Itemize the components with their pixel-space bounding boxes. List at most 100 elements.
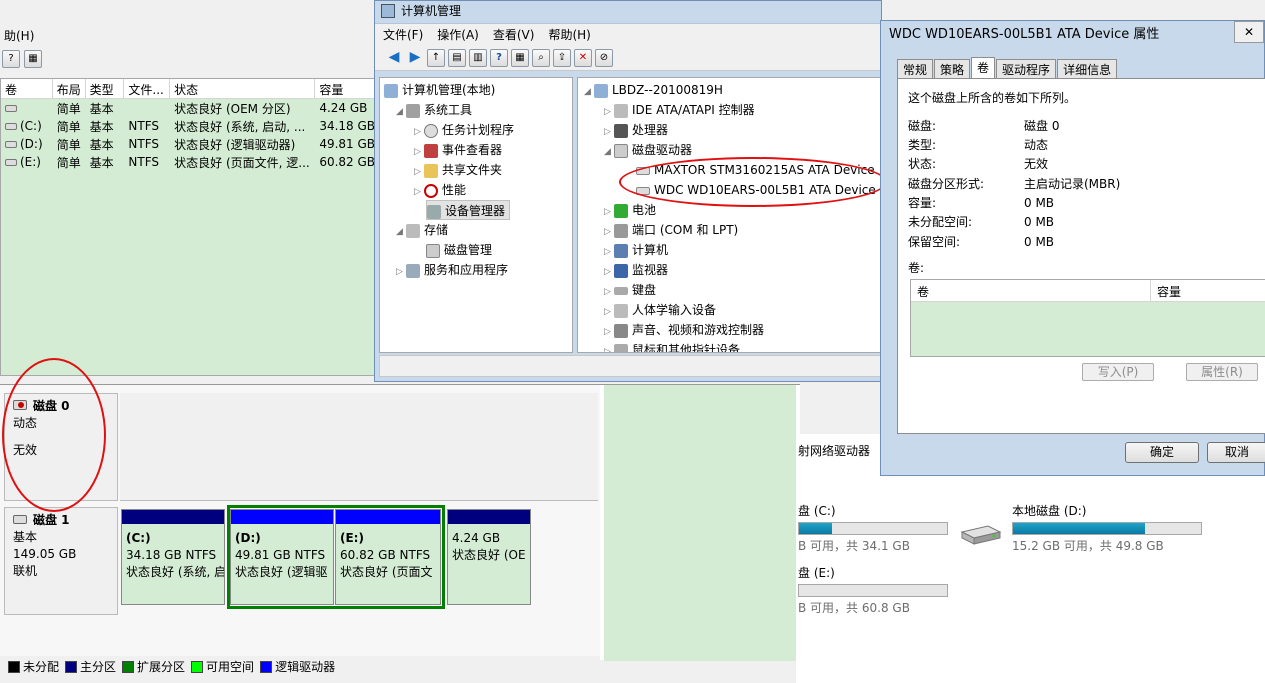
col-status[interactable]: 状态 <box>170 79 316 98</box>
help-icon[interactable]: ? <box>2 50 20 68</box>
tree-computer-root[interactable]: ◢ LBDZ--20100819H <box>584 80 723 100</box>
expand-arrow-icon[interactable]: ▷ <box>604 282 614 302</box>
computer-icon <box>594 83 608 98</box>
tab-general[interactable]: 常规 <box>897 59 934 79</box>
pd-volumes-panel: 这个磁盘上所含的卷如下所列。 磁盘: 磁盘 0 类型: 动态 状态: 无效 磁盘分区形… <box>897 78 1265 434</box>
close-icon[interactable]: ✕ <box>1234 21 1264 43</box>
expand-arrow-icon[interactable]: ▷ <box>604 222 614 242</box>
collapse-arrow-icon[interactable]: ◢ <box>396 222 406 242</box>
expand-arrow-icon[interactable]: ▷ <box>396 262 406 282</box>
show-tree-icon[interactable]: ▤ <box>448 48 466 67</box>
tree-disk-management[interactable]: 磁盘管理 <box>426 240 492 260</box>
disk0-label[interactable]: 磁盘 0 动态 无效 <box>4 393 118 501</box>
partition-e[interactable]: (E:) 60.82 GB NTFS 状态良好 (页面文 <box>335 509 441 605</box>
cm-menu-action[interactable]: 操作(A) <box>437 26 479 43</box>
col-volume[interactable]: 卷 <box>1 79 53 98</box>
cm-menu-view[interactable]: 查看(V) <box>493 26 535 43</box>
expand-arrow-icon[interactable]: ▷ <box>604 322 614 342</box>
pd-col-capacity[interactable]: 容量 <box>1151 280 1265 301</box>
tab-policies[interactable]: 策略 <box>934 59 971 79</box>
volume-properties-button[interactable]: 属性(R) <box>1186 363 1258 381</box>
partition-c[interactable]: (C:) 34.18 GB NTFS 状态良好 (系统, 启 <box>121 509 225 605</box>
pd-title-bar[interactable]: WDC WD10EARS-00L5B1 ATA Device 属性 <box>881 21 1264 49</box>
tree-task-scheduler[interactable]: ▷ 任务计划程序 <box>414 120 514 140</box>
tree-system-tools[interactable]: ◢ 系统工具 <box>396 100 472 120</box>
drive-e[interactable]: 盘 (E:) B 可用，共 60.8 GB <box>798 564 948 616</box>
write-button[interactable]: 写入(P) <box>1082 363 1154 381</box>
dm-menu-help[interactable]: 助(H) <box>0 27 38 44</box>
tree-ide-controllers[interactable]: ▷ IDE ATA/ATAPI 控制器 <box>604 100 755 120</box>
expand-arrow-icon[interactable]: ▷ <box>604 202 614 222</box>
tree-ports[interactable]: ▷ 端口 (COM 和 LPT) <box>604 220 738 240</box>
tree-device-maxtor[interactable]: MAXTOR STM3160215AS ATA Device <box>636 160 875 180</box>
tree-device-manager[interactable]: 设备管理器 <box>426 200 511 220</box>
collapse-arrow-icon[interactable]: ◢ <box>584 82 594 102</box>
collapse-arrow-icon[interactable]: ◢ <box>604 142 614 162</box>
col-filesystem[interactable]: 文件... <box>124 79 171 98</box>
expand-arrow-icon[interactable]: ▷ <box>414 182 424 202</box>
tree-monitors[interactable]: ▷ 监视器 <box>604 260 668 280</box>
expand-arrow-icon[interactable]: ▷ <box>604 242 614 262</box>
cm-menu-help[interactable]: 帮助(H) <box>548 26 590 43</box>
network-drive-label[interactable]: 射网络驱动器 <box>798 442 870 459</box>
help-icon[interactable]: ? <box>490 48 508 67</box>
update-driver-icon[interactable]: ⇪ <box>553 48 571 67</box>
pd-col-volume[interactable]: 卷 <box>911 280 1151 301</box>
cm-title-bar[interactable]: 计算机管理 <box>375 1 881 23</box>
disk1-label[interactable]: 磁盘 1 基本 149.05 GB 联机 <box>4 507 118 615</box>
tree-device-wdc[interactable]: WDC WD10EARS-00L5B1 ATA Device <box>636 180 876 200</box>
tree-event-viewer[interactable]: ▷ 事件查看器 <box>414 140 502 160</box>
col-capacity[interactable]: 容量 <box>315 79 377 98</box>
cm-menu-file[interactable]: 文件(F) <box>383 26 423 43</box>
drive-c[interactable]: 盘 (C:) B 可用，共 34.1 GB <box>798 502 948 554</box>
tree-disk-drives[interactable]: ◢ 磁盘驱动器 <box>604 140 692 160</box>
tree-computer-management[interactable]: 计算机管理(本地) <box>384 80 495 100</box>
expand-arrow-icon[interactable]: ▷ <box>604 302 614 322</box>
collapse-arrow-icon[interactable]: ◢ <box>396 102 406 122</box>
drive-d[interactable]: 本地磁盘 (D:) 15.2 GB 可用，共 49.8 GB <box>1012 502 1202 554</box>
disable-device-icon[interactable]: ⊘ <box>595 48 613 67</box>
ok-button[interactable]: 确定 <box>1125 442 1199 463</box>
properties-icon[interactable]: ▦ <box>24 50 42 68</box>
legend-primary: 主分区 <box>65 658 116 675</box>
properties-icon[interactable]: ▦ <box>511 48 529 67</box>
tree-keyboards[interactable]: ▷ 键盘 <box>604 280 656 300</box>
tree-shared-folders[interactable]: ▷ 共享文件夹 <box>414 160 502 180</box>
tree-processors[interactable]: ▷ 处理器 <box>604 120 668 140</box>
partition-d[interactable]: (D:) 49.81 GB NTFS 状态良好 (逻辑驱 <box>230 509 334 605</box>
forward-arrow-icon[interactable]: ▶ <box>406 49 424 67</box>
expand-arrow-icon[interactable]: ▷ <box>604 342 614 352</box>
tab-details[interactable]: 详细信息 <box>1057 59 1118 79</box>
table-row[interactable]: (C:) 简单 基本 NTFS 状态良好 (系统, 启动, ... 34.18 … <box>1 117 377 135</box>
tree-hid[interactable]: ▷ 人体学输入设备 <box>604 300 716 320</box>
export-list-icon[interactable]: ▥ <box>469 48 487 67</box>
tree-battery[interactable]: ▷ 电池 <box>604 200 656 220</box>
uninstall-icon[interactable]: ✕ <box>574 48 592 67</box>
scan-hardware-icon[interactable]: ⌕ <box>532 48 550 67</box>
partition-oem[interactable]: 4.24 GB 状态良好 (OE <box>447 509 531 605</box>
col-type[interactable]: 类型 <box>86 79 125 98</box>
up-folder-icon[interactable]: ↑ <box>427 48 445 67</box>
table-row[interactable]: (E:) 简单 基本 NTFS 状态良好 (页面文件, 逻... 60.82 G… <box>1 153 377 171</box>
cancel-button[interactable]: 取消 <box>1207 442 1265 463</box>
expand-arrow-icon[interactable]: ▷ <box>604 122 614 142</box>
tree-computer[interactable]: ▷ 计算机 <box>604 240 668 260</box>
tab-driver[interactable]: 驱动程序 <box>996 59 1057 79</box>
disk-error-icon <box>13 400 27 410</box>
table-row[interactable]: (D:) 简单 基本 NTFS 状态良好 (逻辑驱动器) 49.81 GB <box>1 135 377 153</box>
table-row[interactable]: 简单 基本 状态良好 (OEM 分区) 4.24 GB <box>1 99 377 117</box>
expand-arrow-icon[interactable]: ▷ <box>414 122 424 142</box>
expand-arrow-icon[interactable]: ▷ <box>604 102 614 122</box>
pd-prop-reserved: 保留空间: 0 MB <box>908 235 1055 249</box>
tab-volumes[interactable]: 卷 <box>971 57 996 79</box>
tree-mice[interactable]: ▷ 鼠标和其他指针设备 <box>604 340 740 352</box>
expand-arrow-icon[interactable]: ▷ <box>604 262 614 282</box>
back-arrow-icon[interactable]: ◀ <box>385 49 403 67</box>
tree-sound[interactable]: ▷ 声音、视频和游戏控制器 <box>604 320 764 340</box>
col-layout[interactable]: 布局 <box>53 79 86 98</box>
tree-performance[interactable]: ▷ 性能 <box>414 180 466 200</box>
expand-arrow-icon[interactable]: ▷ <box>414 142 424 162</box>
expand-arrow-icon[interactable]: ▷ <box>414 162 424 182</box>
tree-services-apps[interactable]: ▷ 服务和应用程序 <box>396 260 508 280</box>
tree-storage[interactable]: ◢ 存储 <box>396 220 448 240</box>
